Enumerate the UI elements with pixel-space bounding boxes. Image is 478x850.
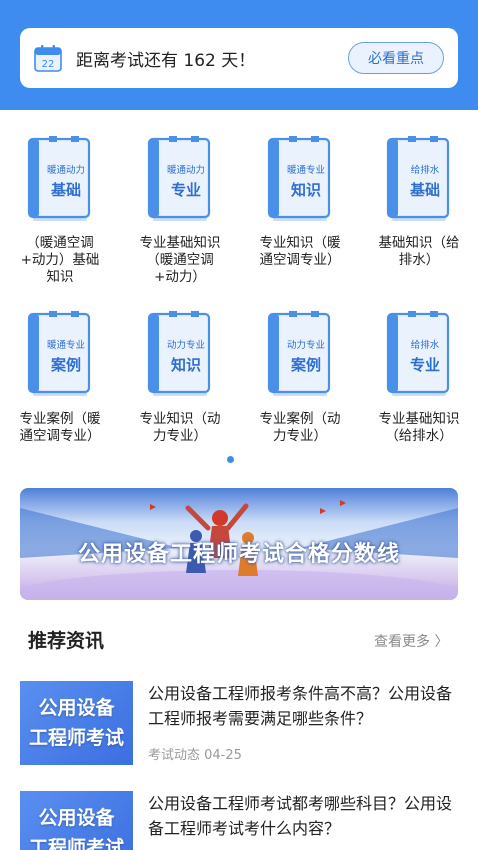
book-subtitle: 给排水 — [410, 165, 440, 176]
book-title: 基础 — [50, 181, 81, 199]
thumb-text: 工程师考试 — [28, 837, 124, 850]
category-label: 基础知识（给 排水） — [378, 235, 460, 268]
news-thumbnail[interactable]: 公用设备 工程师考试 — [20, 791, 133, 850]
book-title: 案例 — [50, 356, 81, 374]
category-label: 专业知识（动 力专业） — [139, 411, 221, 444]
section-title: 推荐资讯 — [28, 630, 105, 652]
book-title: 知识 — [290, 181, 321, 199]
news-title[interactable]: 公用设备工程师考试都考哪些科目？公用设备工程师考试考什么内容？ — [148, 791, 463, 841]
book-icon: 动力专业 案例 — [267, 310, 333, 398]
category-label: 专业案例（动 力专业） — [259, 411, 341, 444]
book-subtitle: 动力专业 — [166, 340, 205, 351]
category-label: （暖通空调 +动力）基础 知识 — [20, 235, 100, 285]
book-icon: 给排水 基础 — [386, 135, 452, 223]
book-title: 知识 — [170, 356, 201, 374]
news-thumbnail[interactable]: 公用设备 工程师考试 — [20, 681, 133, 765]
book-subtitle: 暖通动力 — [166, 165, 205, 176]
page-indicator-dot[interactable] — [227, 456, 234, 463]
exam-countdown-card: 22 距离考试还有 162 天！ 必看重点 — [20, 28, 458, 88]
category-label: 专业知识（暖 通空调专业） — [259, 235, 341, 268]
book-icon: 给排水 专业 — [386, 310, 452, 398]
calendar-icon: 22 — [34, 44, 62, 72]
must-read-button[interactable]: 必看重点 — [348, 42, 444, 74]
countdown-text: 距离考试还有 162 天！ — [76, 50, 256, 71]
book-icon: 暖通专业 案例 — [27, 310, 93, 398]
book-icon: 暖通动力 基础 — [27, 135, 93, 223]
book-title: 基础 — [409, 181, 440, 199]
book-subtitle: 动力专业 — [286, 340, 325, 351]
thumb-text: 公用设备 — [38, 807, 115, 829]
book-subtitle: 暖通专业 — [46, 340, 85, 351]
news-title[interactable]: 公用设备工程师报考条件高不高？公用设备工程师报考需要满足哪些条件？ — [148, 681, 463, 731]
banner-title: 公用设备工程师考试合格分数线 — [77, 542, 400, 567]
category-label: 专业基础知识 （给排水） — [378, 411, 460, 444]
calendar-day: 22 — [42, 59, 55, 70]
score-line-banner[interactable]: 公用设备工程师考试合格分数线 — [20, 488, 458, 600]
book-title: 专业 — [170, 181, 201, 199]
category-label: 专业案例（暖 通空调专业） — [19, 411, 101, 444]
category-label: 专业基础知识 （暖通空调 +动力） — [139, 235, 221, 285]
book-icon: 暖通专业 知识 — [267, 135, 333, 223]
book-title: 专业 — [409, 356, 440, 374]
book-subtitle: 给排水 — [410, 340, 440, 351]
view-more-link[interactable]: 查看更多 〉 — [374, 631, 448, 651]
thumb-text: 公用设备 — [38, 697, 115, 719]
book-icon: 动力专业 知识 — [147, 310, 213, 398]
thumb-text: 工程师考试 — [28, 727, 124, 749]
book-icon: 暖通动力 专业 — [147, 135, 213, 223]
news-meta: 考试动态 04-25 — [148, 748, 242, 763]
book-title: 案例 — [290, 356, 321, 374]
book-subtitle: 暖通专业 — [286, 165, 325, 176]
book-subtitle: 暖通动力 — [46, 165, 85, 176]
